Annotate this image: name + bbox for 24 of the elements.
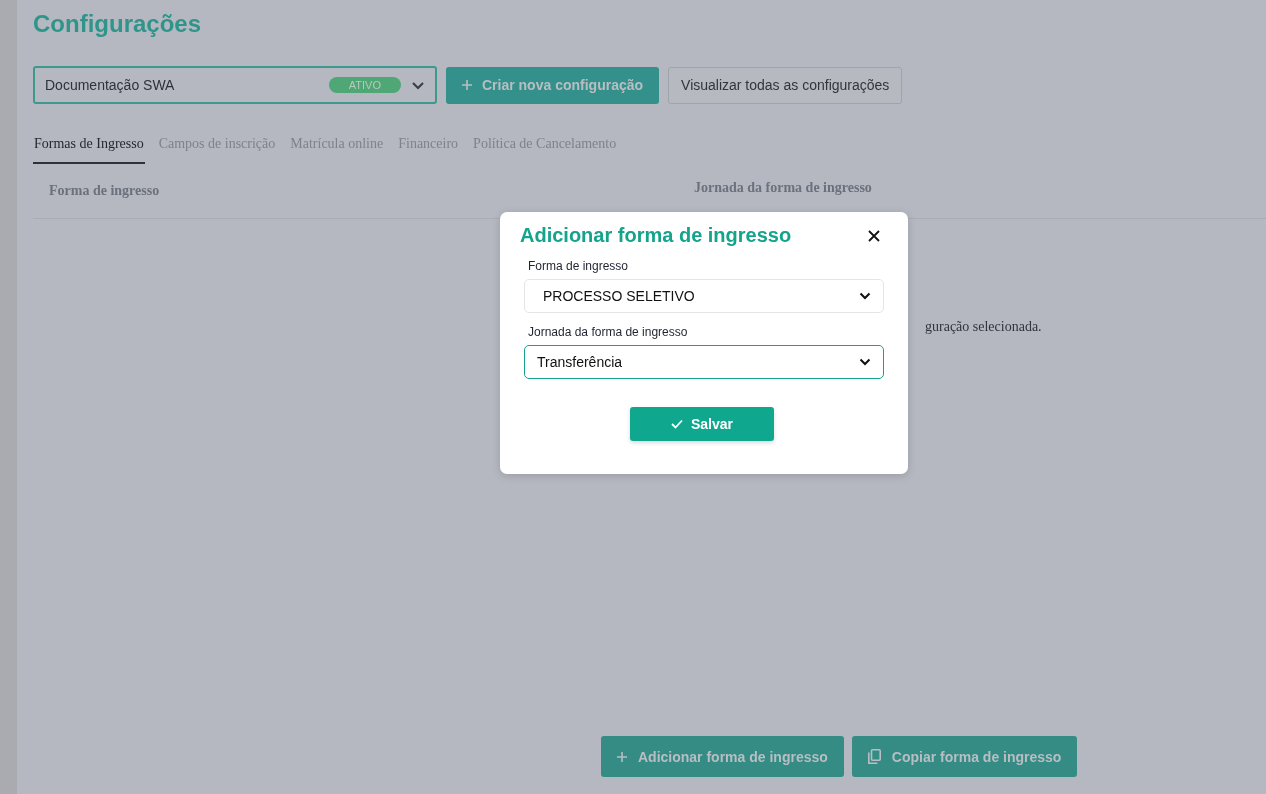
select-field[interactable]: PROCESSO SELETIVO	[524, 279, 884, 313]
copy-icon	[867, 749, 881, 764]
plus-icon	[617, 751, 627, 762]
page-title: Configurações	[33, 10, 203, 38]
configuration-select[interactable]: Documentação SWA ATIVO	[33, 66, 437, 104]
view-all-configurations-button[interactable]: Visualizar todas as configurações	[668, 66, 903, 104]
empty-message: guração selecionada.	[925, 319, 1042, 335]
modal-title: Adicionar forma de ingresso	[520, 224, 792, 247]
field-label: Jornada da forma de ingresso	[528, 325, 689, 339]
plus-icon	[462, 80, 472, 90]
chevron-down-icon	[411, 80, 425, 90]
column-header: Forma de ingresso	[48, 183, 161, 199]
status-badge: ATIVO	[328, 77, 401, 93]
select-field[interactable]: Transferência	[524, 345, 884, 379]
save-button[interactable]: Salvar	[630, 407, 774, 441]
tab[interactable]: Formas de Ingresso	[33, 134, 145, 164]
chevron-down-icon	[859, 358, 871, 366]
create-configuration-button[interactable]: Criar nova configuração	[446, 66, 660, 104]
add-entry-form-button[interactable]: Adicionar forma de ingresso	[601, 736, 844, 777]
copy-entry-form-button[interactable]: Copiar forma de ingresso	[851, 736, 1078, 777]
field-label: Forma de ingresso	[528, 259, 630, 273]
column-header: Jornada da forma de ingresso	[694, 180, 872, 196]
check-icon	[670, 419, 683, 429]
chevron-down-icon	[859, 292, 871, 300]
